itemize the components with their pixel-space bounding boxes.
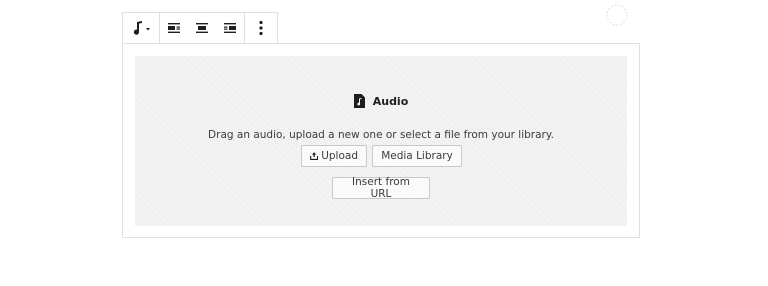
align-right-icon <box>224 23 236 33</box>
insert-from-url-button-label: Insert from URL <box>352 176 410 200</box>
align-center-icon <box>196 23 208 33</box>
alignment-group <box>160 13 245 43</box>
media-library-button-label: Media Library <box>381 150 453 162</box>
block-toolbar <box>122 12 278 43</box>
music-note-icon <box>133 21 150 35</box>
align-right-button[interactable] <box>216 13 244 43</box>
more-options-group <box>245 13 277 43</box>
align-left-button[interactable] <box>160 13 188 43</box>
audio-block: Audio Drag an audio, upload a new one or… <box>122 43 640 238</box>
upload-button-label: Upload <box>321 150 358 162</box>
align-center-button[interactable] <box>188 13 216 43</box>
more-options-button[interactable] <box>245 13 277 43</box>
placeholder-instructions: Drag an audio, upload a new one or selec… <box>208 129 554 141</box>
chevron-down-icon <box>146 28 150 31</box>
align-left-icon <box>168 23 180 33</box>
placeholder-label: Audio <box>135 94 627 108</box>
upload-icon <box>310 152 319 160</box>
block-switcher-group <box>123 13 160 43</box>
insert-from-url-button[interactable]: Insert from URL <box>332 176 430 200</box>
spinner-icon <box>606 4 628 26</box>
placeholder-title: Audio <box>372 94 409 108</box>
more-options-icon <box>259 20 263 36</box>
media-library-button[interactable]: Media Library <box>372 145 462 167</box>
audio-placeholder[interactable]: Audio Drag an audio, upload a new one or… <box>135 56 627 226</box>
block-type-switcher[interactable] <box>123 13 159 43</box>
upload-button[interactable]: Upload <box>301 145 367 167</box>
audio-file-icon <box>353 94 365 108</box>
